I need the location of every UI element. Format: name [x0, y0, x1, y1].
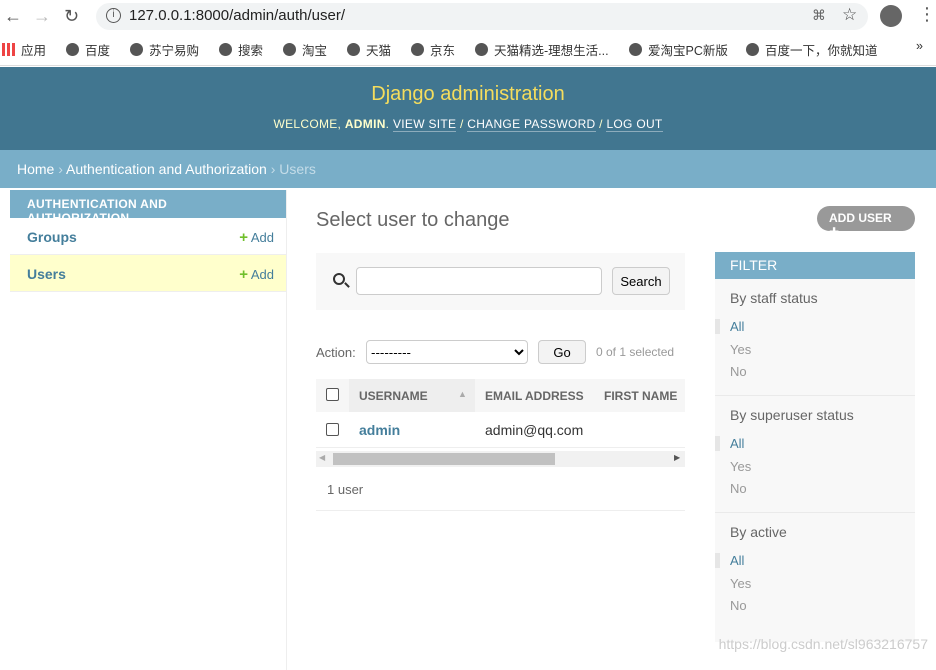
- globe-icon: [219, 43, 232, 56]
- bookmark[interactable]: 百度: [66, 40, 110, 59]
- results-table: USERNAME ▲ EMAIL ADDRESS FIRST NAME admi…: [316, 379, 685, 448]
- profile-avatar-icon[interactable]: [880, 5, 902, 27]
- site-branding[interactable]: Django administration: [0, 83, 936, 106]
- bookmark[interactable]: 京东: [411, 40, 455, 59]
- bookmark[interactable]: 淘宝: [283, 40, 327, 59]
- scroll-left-icon[interactable]: ◀: [319, 453, 325, 462]
- selection-counter: 0 of 1 selected: [596, 345, 675, 359]
- address-bar[interactable]: i 127.0.0.1:8000/admin/auth/user/ ⌘ ☆: [96, 3, 868, 30]
- more-bookmarks[interactable]: »: [916, 39, 923, 53]
- sidebar: AUTHENTICATION AND AUTHORIZATION Groups …: [10, 190, 287, 670]
- search-button[interactable]: Search: [612, 267, 670, 295]
- globe-icon: [746, 43, 759, 56]
- column-first-name[interactable]: FIRST NAME: [604, 389, 677, 403]
- filter-option-no[interactable]: No: [730, 364, 747, 379]
- bookmark[interactable]: 天猫精选-理想生活...: [475, 40, 609, 59]
- scroll-right-icon[interactable]: ▶: [674, 453, 680, 462]
- forward-icon[interactable]: →: [33, 6, 51, 27]
- filter-option-no[interactable]: No: [730, 598, 747, 613]
- filter-panel: FILTER By staff status All Yes No By sup…: [715, 252, 915, 642]
- action-label: Action:: [316, 345, 356, 360]
- add-user-button[interactable]: ADD USER ✚: [817, 206, 915, 239]
- action-select[interactable]: ---------: [366, 340, 528, 364]
- globe-icon: [411, 43, 424, 56]
- scrollbar-thumb[interactable]: [333, 453, 555, 465]
- email-cell: admin@qq.com: [485, 422, 584, 438]
- filter-title: FILTER: [715, 252, 915, 279]
- sidebar-caption[interactable]: AUTHENTICATION AND AUTHORIZATION: [10, 190, 286, 225]
- filter-superuser-status: By superuser status All Yes No: [715, 396, 915, 513]
- logout-link[interactable]: LOG OUT: [606, 117, 663, 132]
- info-icon[interactable]: i: [106, 8, 121, 23]
- globe-icon: [347, 43, 360, 56]
- filter-option-no[interactable]: No: [730, 481, 747, 496]
- globe-icon: [66, 43, 79, 56]
- table-header: USERNAME ▲ EMAIL ADDRESS FIRST NAME: [316, 379, 685, 412]
- filter-option-yes[interactable]: Yes: [730, 459, 751, 474]
- row-checkbox[interactable]: [326, 423, 339, 436]
- sidebar-item-users: Users + Add: [10, 255, 286, 292]
- view-site-link[interactable]: VIEW SITE: [392, 117, 457, 132]
- breadcrumb: Home › Authentication and Authorization …: [0, 150, 936, 188]
- bookmarks-bar: 应用 百度 苏宁易购 搜索 淘宝 天猫 京东 天猫精选-理想生活... 爱淘宝P…: [0, 36, 936, 60]
- url-text: 127.0.0.1:8000/admin/auth/user/: [129, 7, 345, 24]
- select-all-checkbox[interactable]: [326, 388, 339, 401]
- plus-icon: +: [239, 266, 248, 283]
- breadcrumb-current: Users: [279, 161, 316, 177]
- breadcrumb-app[interactable]: Authentication and Authorization: [66, 161, 267, 177]
- table-row: admin admin@qq.com: [316, 412, 685, 448]
- username-link[interactable]: admin: [359, 422, 400, 438]
- bookmark[interactable]: 天猫: [347, 40, 391, 59]
- filter-option-all[interactable]: All: [715, 319, 744, 334]
- globe-icon: [130, 43, 143, 56]
- globe-icon: [629, 43, 642, 56]
- breadcrumb-home[interactable]: Home: [17, 161, 54, 177]
- bookmark[interactable]: 百度一下，你就知道: [746, 40, 878, 59]
- globe-icon: [283, 43, 296, 56]
- sidebar-item-groups: Groups + Add: [10, 218, 286, 255]
- go-button[interactable]: Go: [538, 340, 586, 364]
- bookmark[interactable]: 爱淘宝PC新版: [629, 40, 728, 59]
- add-users-link[interactable]: + Add: [239, 266, 274, 283]
- horizontal-scrollbar[interactable]: ◀ ▶: [316, 451, 685, 467]
- translate-icon[interactable]: ⌘: [812, 7, 826, 24]
- result-count: 1 user: [316, 467, 685, 511]
- groups-link[interactable]: Groups: [27, 229, 77, 245]
- bookmark[interactable]: 苏宁易购: [130, 40, 199, 59]
- filter-active: By active All Yes No: [715, 513, 915, 630]
- browser-chrome: ← → ↻ i 127.0.0.1:8000/admin/auth/user/ …: [0, 0, 936, 66]
- change-password-link[interactable]: CHANGE PASSWORD: [467, 117, 596, 132]
- search-bar: Search: [316, 253, 685, 310]
- reload-icon[interactable]: ↻: [64, 6, 79, 27]
- bookmark[interactable]: 搜索: [219, 40, 263, 59]
- users-link[interactable]: Users: [27, 266, 66, 282]
- column-username[interactable]: USERNAME ▲: [349, 379, 475, 412]
- plus-icon: +: [239, 229, 248, 246]
- back-icon[interactable]: ←: [4, 6, 22, 27]
- admin-header: Django administration WELCOME, ADMIN. VI…: [0, 67, 936, 150]
- filter-staff-status: By staff status All Yes No: [715, 279, 915, 396]
- actions-bar: Action: --------- Go 0 of 1 selected: [316, 340, 685, 366]
- star-icon[interactable]: ☆: [842, 5, 857, 25]
- search-icon: [333, 273, 345, 285]
- user-tools: WELCOME, ADMIN. VIEW SITE / CHANGE PASSW…: [273, 117, 663, 132]
- filter-option-all[interactable]: All: [715, 553, 744, 568]
- sort-ascending-icon[interactable]: ▲: [458, 389, 467, 399]
- watermark: https://blog.csdn.net/sl963216757: [718, 636, 928, 652]
- filter-option-yes[interactable]: Yes: [730, 342, 751, 357]
- globe-icon: [475, 43, 488, 56]
- bookmark-apps[interactable]: 应用: [2, 40, 46, 59]
- add-groups-link[interactable]: + Add: [239, 229, 274, 246]
- page-title: Select user to change: [316, 209, 510, 231]
- plus-icon: ✚: [829, 225, 840, 239]
- filter-option-all[interactable]: All: [715, 436, 744, 451]
- menu-kebab-icon[interactable]: ⋮: [918, 4, 936, 25]
- search-input[interactable]: [356, 267, 602, 295]
- apps-grid-icon: [2, 43, 15, 56]
- column-email[interactable]: EMAIL ADDRESS: [485, 389, 584, 403]
- filter-option-yes[interactable]: Yes: [730, 576, 751, 591]
